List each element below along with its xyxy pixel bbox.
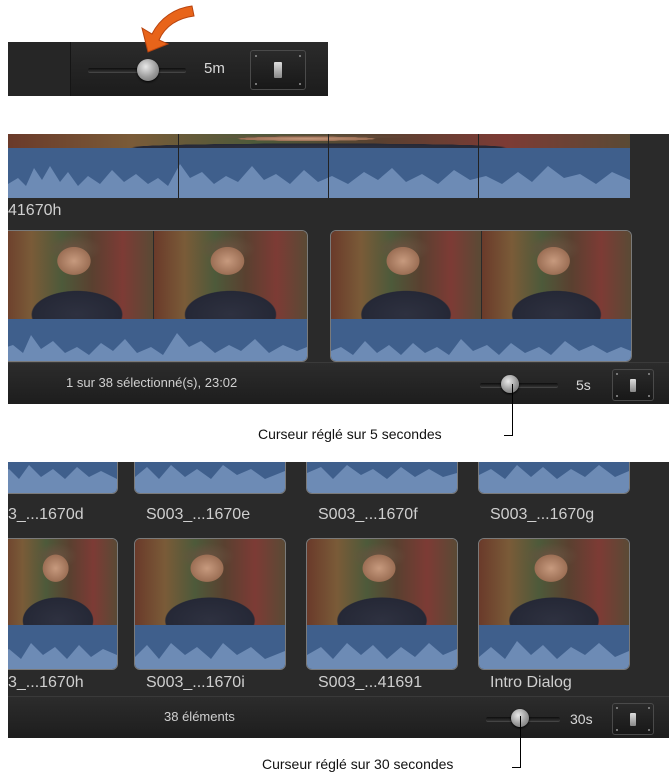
callout-line-tick <box>504 435 513 436</box>
clip-name-r1-2: S003_...1670e <box>146 506 251 523</box>
clip-appearance-icon[interactable] <box>612 703 654 735</box>
clip-name-r2-1: 3_...1670h <box>8 674 84 691</box>
item-count-status: 38 éléments <box>164 709 235 724</box>
grid-row1-clip-3[interactable] <box>306 462 458 494</box>
clip-name-r1-3: S003_...1670f <box>318 506 418 523</box>
zoom-duration-label: 5m <box>204 60 225 77</box>
clip-name-r2-3: S003_...41691 <box>318 674 423 691</box>
clip-left-thumb-1 <box>8 231 153 319</box>
clip-left-waveform <box>8 319 307 361</box>
clip-right-waveform <box>331 319 631 361</box>
zoom-slider-track[interactable] <box>480 383 558 387</box>
filmstrip-top-thumb[interactable] <box>8 134 630 148</box>
grid-row2-clip-3[interactable] <box>306 538 458 670</box>
callout-arrow-icon <box>141 5 195 53</box>
callout-line <box>520 716 521 768</box>
clip-right[interactable] <box>330 230 632 362</box>
toolbar-divider <box>8 42 71 96</box>
grid-row1-clip-1[interactable] <box>8 462 118 494</box>
grid-row2-clip-2[interactable] <box>134 538 286 670</box>
clip-left-thumb-2 <box>154 231 307 319</box>
clip-appearance-icon[interactable] <box>612 369 654 401</box>
clip-right-thumb-1 <box>331 231 481 319</box>
slider-knob-icon[interactable] <box>501 375 519 393</box>
callout-line-tick <box>512 767 521 768</box>
grid-row1-clip-4[interactable] <box>478 462 630 494</box>
clip-name-r1-4: S003_...1670g <box>490 506 595 523</box>
filmstrip-top-waveform <box>8 148 630 198</box>
slider-knob-icon[interactable] <box>137 59 159 81</box>
clip-name-r2-4: Intro Dialog <box>490 674 572 691</box>
callout-line <box>512 384 513 436</box>
group-label: 41670h <box>8 202 62 219</box>
status-bar: 1 sur 38 sélectionné(s), 23:02 5s <box>8 362 669 404</box>
zoom-duration-label: 30s <box>570 711 593 727</box>
clip-name-r2-2: S003_...1670i <box>146 674 245 691</box>
caption-30-seconds: Curseur réglé sur 30 secondes <box>262 756 454 772</box>
grid-row2-clip-4[interactable] <box>478 538 630 670</box>
grid-row1-clip-2[interactable] <box>134 462 286 494</box>
selection-status: 1 sur 38 sélectionné(s), 23:02 <box>66 375 238 390</box>
browser-panel-filmstrip: 41670h 1 sur 38 sélectionné(s), 23:02 5s <box>8 134 669 404</box>
zoom-duration-label: 5s <box>576 377 591 393</box>
clip-appearance-icon[interactable] <box>250 50 306 90</box>
status-bar: 38 éléments 30s <box>8 696 669 738</box>
grid-row2-clip-1[interactable] <box>8 538 118 670</box>
clip-right-thumb-2 <box>482 231 631 319</box>
caption-5-seconds: Curseur réglé sur 5 secondes <box>258 426 442 442</box>
browser-panel-grid: 3_...1670d S003_...1670e S003_...1670f S… <box>8 462 669 738</box>
clip-left[interactable] <box>8 230 308 362</box>
clip-name-r1-1: 3_...1670d <box>8 506 84 523</box>
